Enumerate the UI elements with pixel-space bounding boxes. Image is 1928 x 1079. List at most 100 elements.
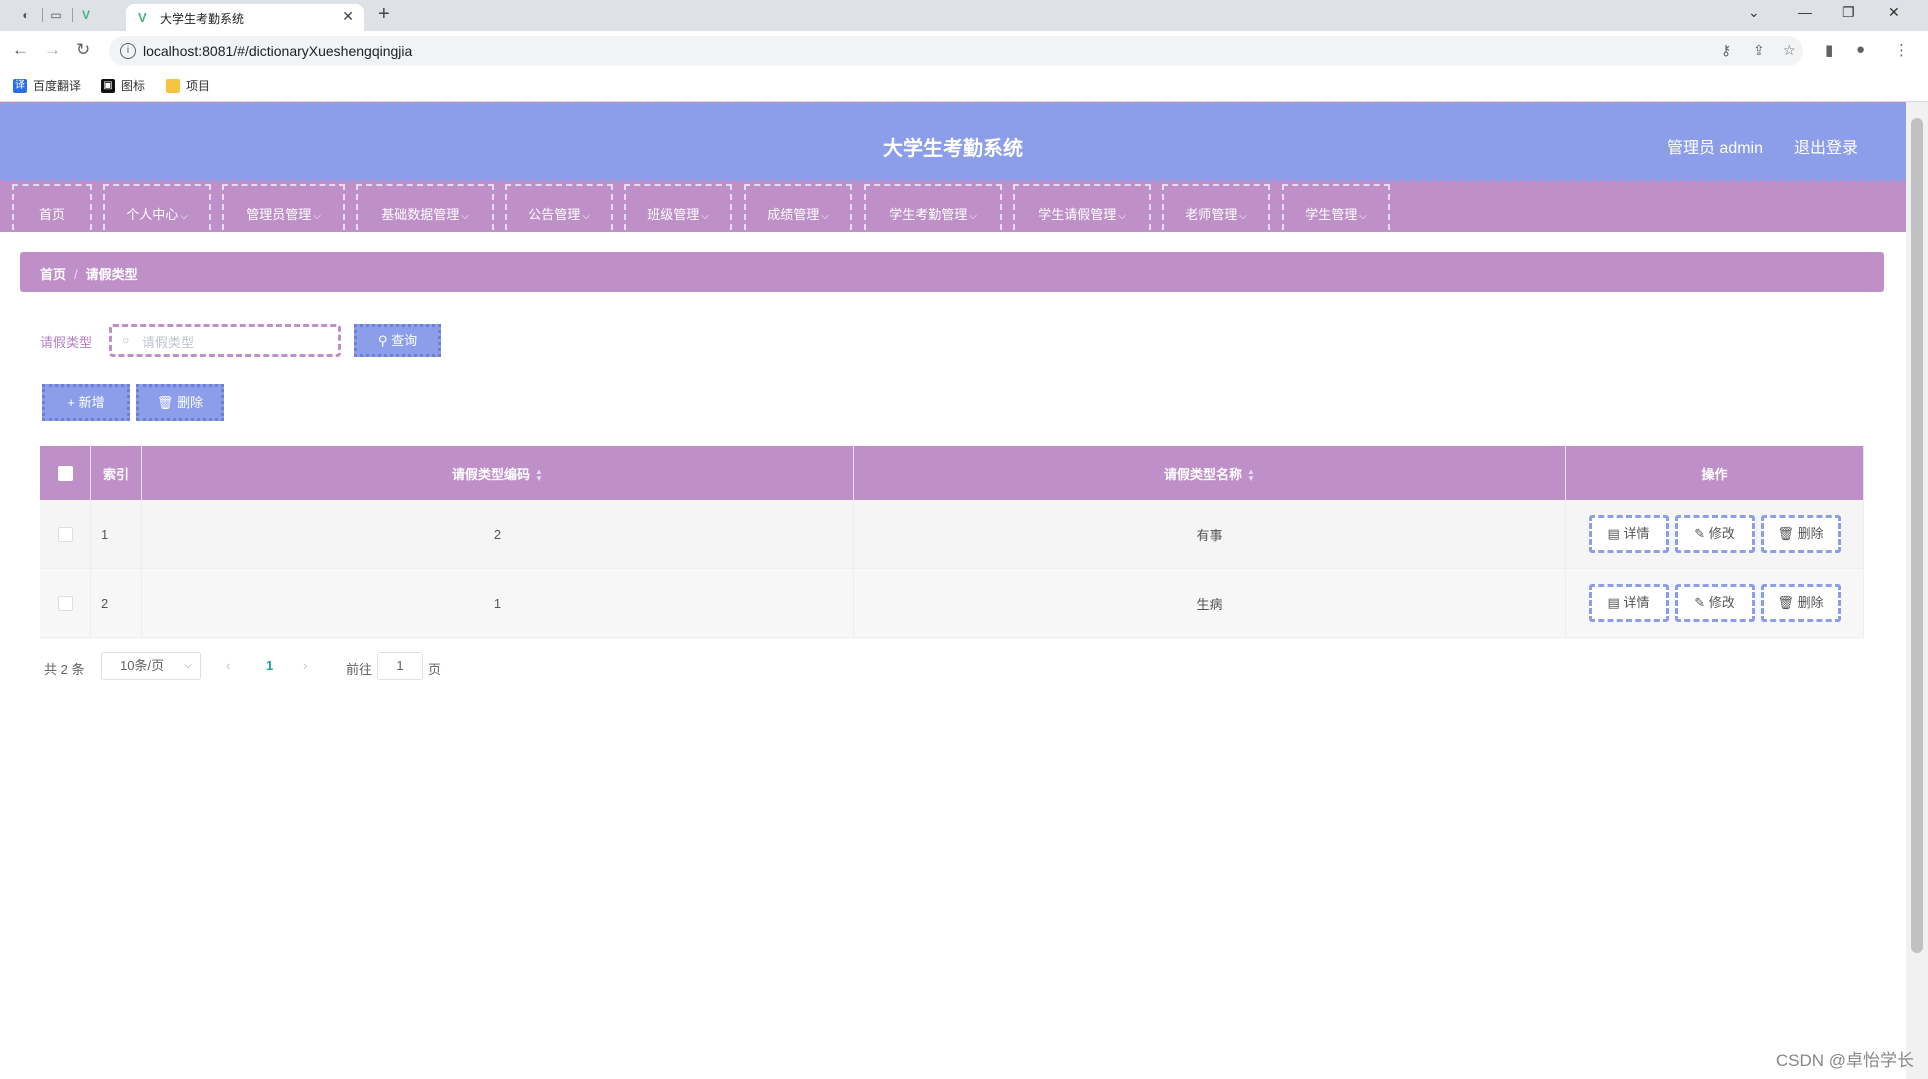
menu-leave[interactable]: 学生请假管理 ⌵ — [1013, 184, 1151, 230]
row-name: 生病 — [853, 568, 1566, 638]
header-code[interactable]: 请假类型编码 ▲ ▼ — [141, 446, 854, 500]
detail-button[interactable]: ▤ 详情 — [1588, 515, 1669, 553]
row-checkbox[interactable] — [57, 527, 73, 543]
share-icon[interactable]: ⇪ — [1753, 42, 1765, 59]
menu-label: 首页 — [38, 207, 65, 222]
key-icon[interactable]: ⚷ — [1721, 42, 1731, 59]
header-name-label: 请假类型名称 — [1164, 466, 1243, 482]
menu-attendance[interactable]: 学生考勤管理 ⌵ — [864, 184, 1002, 230]
add-button[interactable]: + 新增 — [42, 384, 130, 421]
main-menu: 首页 个人中心 ⌵ 管理员管理 ⌵ 基础数据管理 ⌵ 公告管理 ⌵ 班级管理 ⌵ 成绩管理… — [0, 182, 1906, 232]
tab-search-chevron-icon[interactable]: ⌄ — [1748, 4, 1760, 21]
page-number[interactable]: 1 — [266, 658, 273, 673]
goto-label: 前往 — [346, 662, 373, 677]
leave-type-table: 索引 请假类型编码 ▲ ▼ 请假类型名称 ▲ ▼ 操作 1 2 有事 ▤ 详情 ✎ 修改 🗑… — [40, 446, 1864, 638]
menu-label: 个人中心 — [126, 207, 179, 222]
breadcrumb-current: 请假类型 — [85, 267, 138, 282]
address-bar[interactable]: i localhost:8081/#/dictionaryXueshengqin… — [109, 36, 1803, 66]
select-all-checkbox[interactable] — [57, 466, 73, 482]
bookmarks-bar: 译 百度翻译 ▣ 图标 项目 — [0, 71, 1928, 102]
document-icon: ▤ — [1607, 595, 1620, 610]
query-button[interactable]: ⚲ 查询 — [354, 324, 441, 357]
edit-button[interactable]: ✎ 修改 — [1674, 584, 1755, 622]
menu-teachers[interactable]: 老师管理 ⌵ — [1162, 184, 1270, 230]
back-icon[interactable]: ← — [12, 40, 29, 60]
bookmark-project[interactable]: 项目 — [166, 77, 210, 94]
app-title: 大学生考勤系统 — [883, 138, 1023, 160]
tab-title: 大学生考勤系统 — [160, 12, 245, 26]
vue-favicon-icon: V — [138, 10, 147, 25]
logout-link[interactable]: 退出登录 — [1794, 134, 1858, 158]
batch-delete-button[interactable]: 🗑 删除 — [136, 384, 224, 421]
browser-toolbar: ← → ↻ i localhost:8081/#/dictionaryXuesh… — [0, 31, 1928, 71]
reload-icon[interactable]: ↻ — [76, 40, 90, 60]
site-info-icon[interactable]: i — [120, 43, 136, 59]
header-name[interactable]: 请假类型名称 ▲ ▼ — [853, 446, 1566, 500]
chevron-down-icon: ⌵ — [821, 211, 829, 222]
row-index: 2 — [90, 568, 142, 638]
menu-personal-center[interactable]: 个人中心 ⌵ — [103, 184, 211, 230]
page-icon[interactable]: ▭ — [48, 7, 64, 23]
close-tab-icon[interactable]: ✕ — [342, 8, 354, 25]
menu-label: 管理员管理 — [246, 207, 312, 222]
prev-page-icon[interactable]: ‹ — [226, 658, 230, 673]
chevron-down-icon: ⌵ — [1359, 211, 1367, 222]
document-icon: ▤ — [1607, 526, 1620, 541]
bookmark-label: 图标 — [121, 79, 146, 93]
search-input[interactable] — [140, 330, 334, 354]
row-checkbox[interactable] — [57, 596, 73, 612]
chevron-down-icon: ⌵ — [461, 211, 469, 222]
bookmark-baidu-translate[interactable]: 译 百度翻译 — [13, 77, 81, 94]
goto-page-input[interactable]: 1 — [377, 652, 423, 680]
menu-class-management[interactable]: 班级管理 ⌵ — [624, 184, 732, 230]
tab-divider — [42, 8, 43, 22]
globe-icon[interactable]: ◐ — [18, 7, 34, 23]
detail-label: 详情 — [1623, 595, 1650, 610]
total-count: 共 2 条 — [44, 662, 85, 677]
menu-kebab-icon[interactable]: ⋮ — [1894, 41, 1909, 59]
page-scrollbar[interactable] — [1906, 102, 1928, 1079]
menu-basic-data[interactable]: 基础数据管理 ⌵ — [356, 184, 494, 230]
breadcrumb-home[interactable]: 首页 — [40, 267, 66, 282]
profile-icon[interactable]: ● — [1856, 41, 1865, 58]
delete-label: 删除 — [1797, 526, 1824, 541]
menu-grades[interactable]: 成绩管理 ⌵ — [744, 184, 852, 230]
menu-announcements[interactable]: 公告管理 ⌵ — [505, 184, 613, 230]
menu-home[interactable]: 首页 — [12, 184, 92, 230]
sort-icon[interactable]: ▲ ▼ — [535, 468, 543, 483]
star-icon[interactable]: ☆ — [1783, 42, 1796, 59]
row-name: 有事 — [853, 500, 1566, 569]
next-page-icon[interactable]: › — [303, 658, 307, 673]
restore-icon[interactable]: ❐ — [1842, 4, 1855, 21]
page-size-select[interactable]: 10条/页 ⌵ — [101, 652, 201, 680]
menu-label: 学生管理 — [1305, 207, 1358, 222]
menu-label: 公告管理 — [528, 207, 581, 222]
menu-admin-management[interactable]: 管理员管理 ⌵ — [222, 184, 345, 230]
translate-icon: 译 — [13, 78, 27, 93]
scrollbar-thumb[interactable] — [1911, 118, 1923, 953]
detail-button[interactable]: ▤ 详情 — [1588, 584, 1669, 622]
chevron-down-icon: ⌵ — [184, 660, 192, 671]
delete-label: 删除 — [1797, 595, 1824, 610]
edit-button[interactable]: ✎ 修改 — [1674, 515, 1755, 553]
search-field[interactable]: ○ — [109, 324, 341, 357]
new-tab-icon[interactable]: + — [378, 3, 390, 26]
header-index: 索引 — [90, 446, 142, 500]
menu-students[interactable]: 学生管理 ⌵ — [1282, 184, 1390, 230]
active-browser-tab[interactable]: V 大学生考勤系统 ✕ — [126, 4, 364, 31]
side-panel-icon[interactable]: ▮ — [1825, 41, 1833, 59]
delete-button[interactable]: 🗑 删除 — [1760, 584, 1841, 622]
sort-icon[interactable]: ▲ ▼ — [1247, 468, 1255, 483]
edit-icon: ✎ — [1694, 526, 1706, 541]
vue-icon[interactable]: V — [78, 7, 94, 23]
row-checkbox-cell — [40, 500, 91, 569]
bookmark-icons[interactable]: ▣ 图标 — [101, 77, 145, 94]
url-text[interactable]: localhost:8081/#/dictionaryXueshengqingj… — [143, 43, 412, 59]
close-window-icon[interactable]: ✕ — [1888, 4, 1900, 21]
minimize-icon[interactable]: — — [1798, 4, 1812, 20]
menu-label: 老师管理 — [1185, 207, 1238, 222]
bookmark-label: 百度翻译 — [33, 79, 82, 93]
delete-button[interactable]: 🗑 删除 — [1760, 515, 1841, 553]
chevron-down-icon: ⌵ — [180, 211, 188, 222]
forward-icon[interactable]: → — [44, 40, 61, 60]
